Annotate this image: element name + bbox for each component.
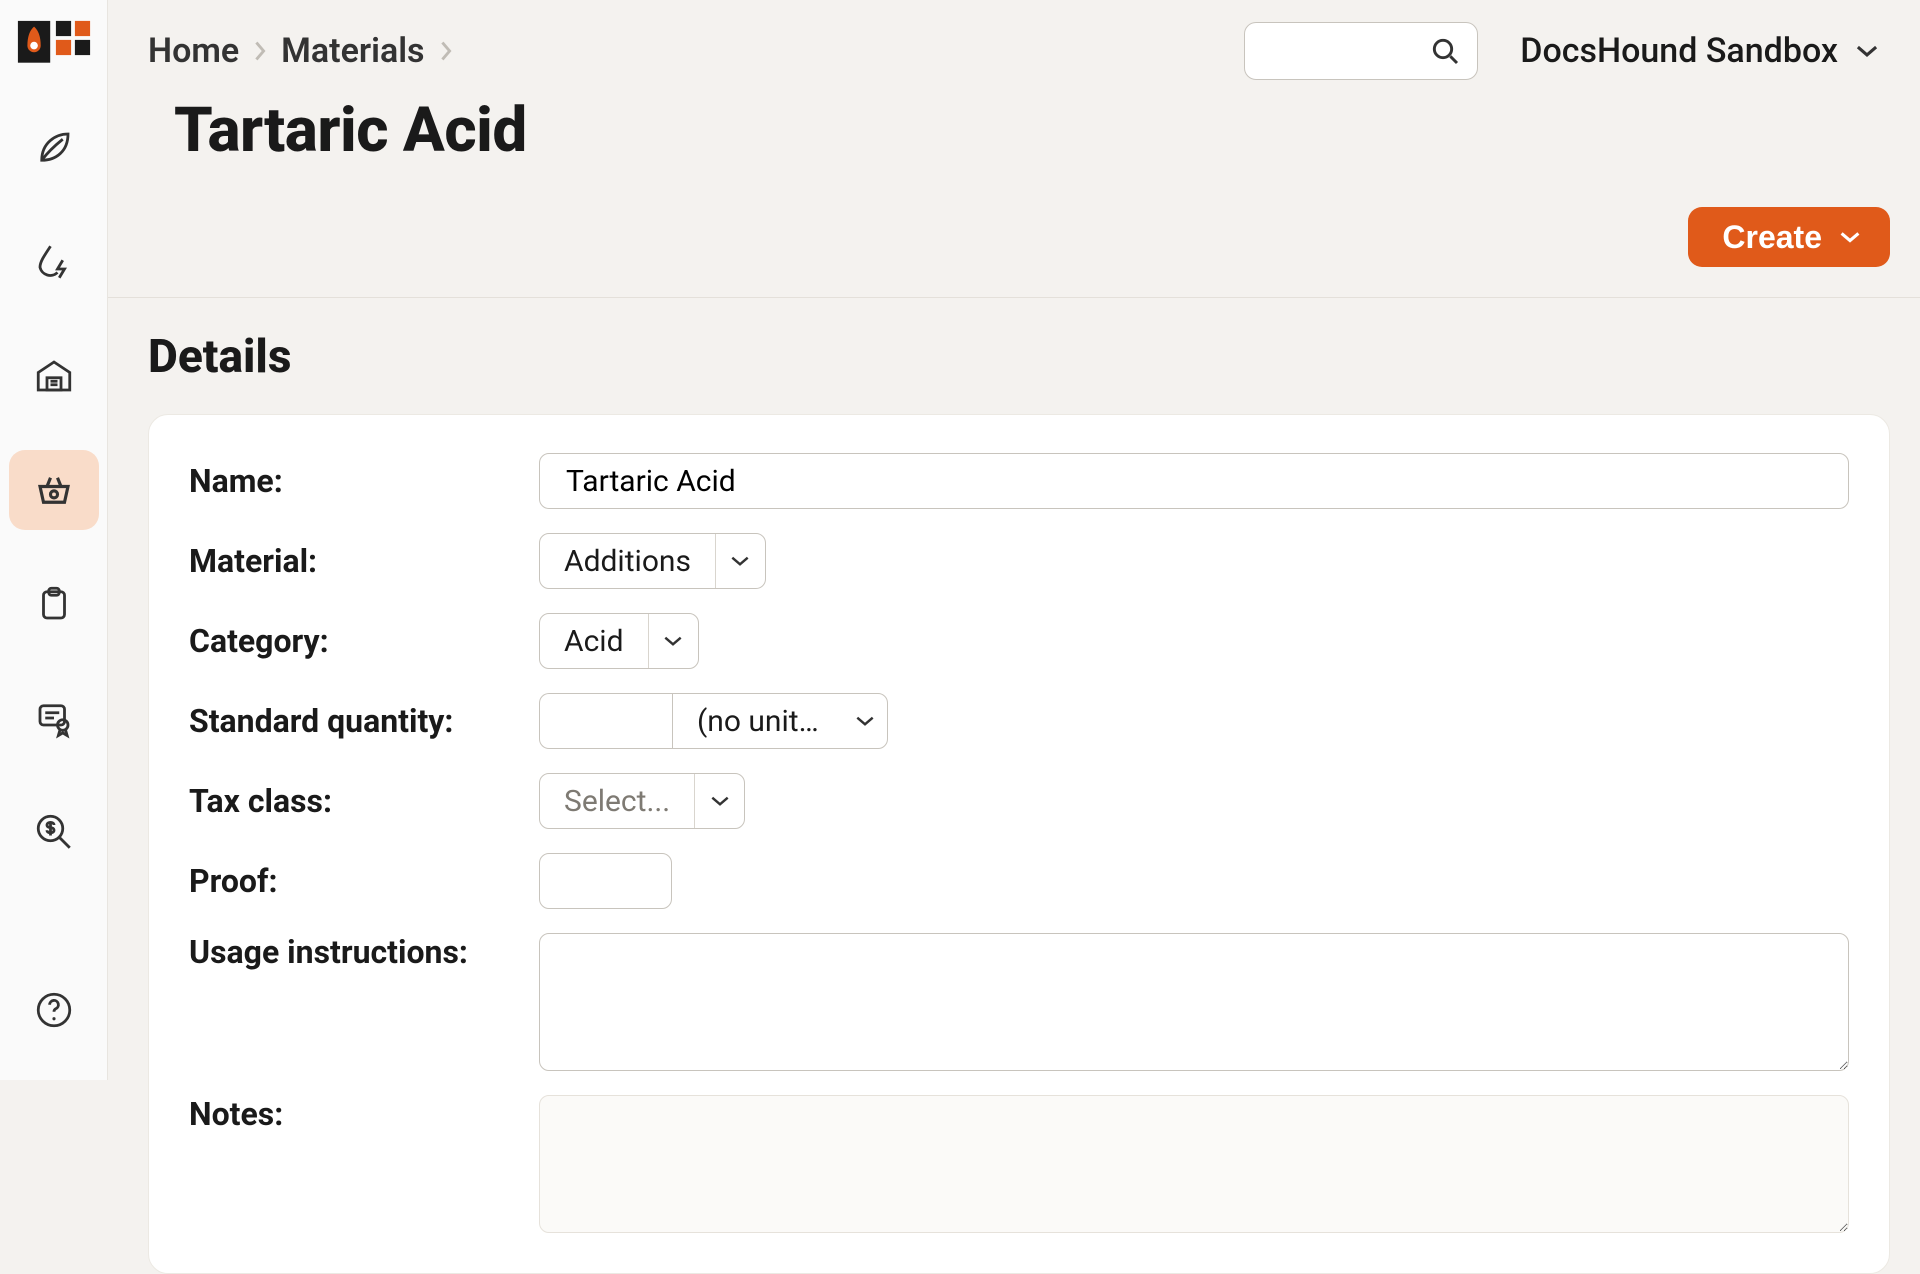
name-input[interactable] xyxy=(539,453,1849,509)
chevron-down-icon xyxy=(648,614,698,668)
chevron-down-icon xyxy=(715,534,765,588)
nav-dollar-search-icon[interactable] xyxy=(9,792,99,872)
category-select[interactable]: Acid xyxy=(539,613,699,669)
topbar: Home Materials DocsHound Sandbox xyxy=(108,0,1920,167)
tax-class-select[interactable]: Select... xyxy=(539,773,745,829)
standard-quantity-unit-value: (no unit… xyxy=(673,694,843,748)
details-card: Name: Material: Additions Category: Acid xyxy=(148,414,1890,1274)
nav-basket-icon[interactable] xyxy=(9,450,99,530)
label-tax-class: Tax class: xyxy=(189,782,539,820)
material-select[interactable]: Additions xyxy=(539,533,766,589)
nav-leaf-icon[interactable] xyxy=(9,108,99,188)
chevron-down-icon xyxy=(843,694,887,748)
breadcrumb: Home Materials xyxy=(148,31,457,71)
label-standard-quantity: Standard quantity: xyxy=(189,702,539,740)
main-content: Home Materials DocsHound Sandbox xyxy=(108,0,1920,1080)
page-title: Tartaric Acid xyxy=(174,94,1880,167)
label-category: Category: xyxy=(189,622,539,660)
org-switcher[interactable]: DocsHound Sandbox xyxy=(1520,31,1880,71)
nav-drop-bolt-icon[interactable] xyxy=(9,222,99,302)
org-name: DocsHound Sandbox xyxy=(1520,31,1838,71)
label-usage-instructions: Usage instructions: xyxy=(189,933,539,971)
proof-input[interactable] xyxy=(539,853,672,909)
section-title-details: Details xyxy=(108,298,1920,414)
app-logo[interactable] xyxy=(16,18,92,66)
label-material: Material: xyxy=(189,542,539,580)
material-select-value: Additions xyxy=(540,534,715,588)
nav-warehouse-icon[interactable] xyxy=(9,336,99,416)
chevron-down-icon xyxy=(694,774,744,828)
breadcrumb-materials[interactable]: Materials xyxy=(281,31,424,71)
nav-certificate-icon[interactable] xyxy=(9,678,99,758)
sidebar xyxy=(0,0,108,1080)
tax-class-select-value: Select... xyxy=(540,774,694,828)
create-button[interactable]: Create xyxy=(1688,207,1890,267)
chevron-down-icon xyxy=(1854,38,1880,64)
label-proof: Proof: xyxy=(189,862,539,900)
label-name: Name: xyxy=(189,462,539,500)
label-notes: Notes: xyxy=(189,1095,539,1133)
chevron-down-icon xyxy=(1838,225,1862,249)
standard-quantity-unit-select[interactable]: (no unit… xyxy=(672,693,888,749)
notes-textarea[interactable] xyxy=(539,1095,1849,1233)
create-button-label: Create xyxy=(1722,219,1822,256)
standard-quantity-input[interactable] xyxy=(539,693,672,749)
nav-help-icon[interactable] xyxy=(9,970,99,1050)
nav-clipboard-icon[interactable] xyxy=(9,564,99,644)
breadcrumb-home[interactable]: Home xyxy=(148,31,239,71)
search-icon xyxy=(1429,35,1461,67)
chevron-right-icon xyxy=(437,39,455,63)
usage-instructions-textarea[interactable] xyxy=(539,933,1849,1071)
chevron-right-icon xyxy=(251,39,269,63)
search-input[interactable] xyxy=(1244,22,1478,80)
category-select-value: Acid xyxy=(540,614,648,668)
